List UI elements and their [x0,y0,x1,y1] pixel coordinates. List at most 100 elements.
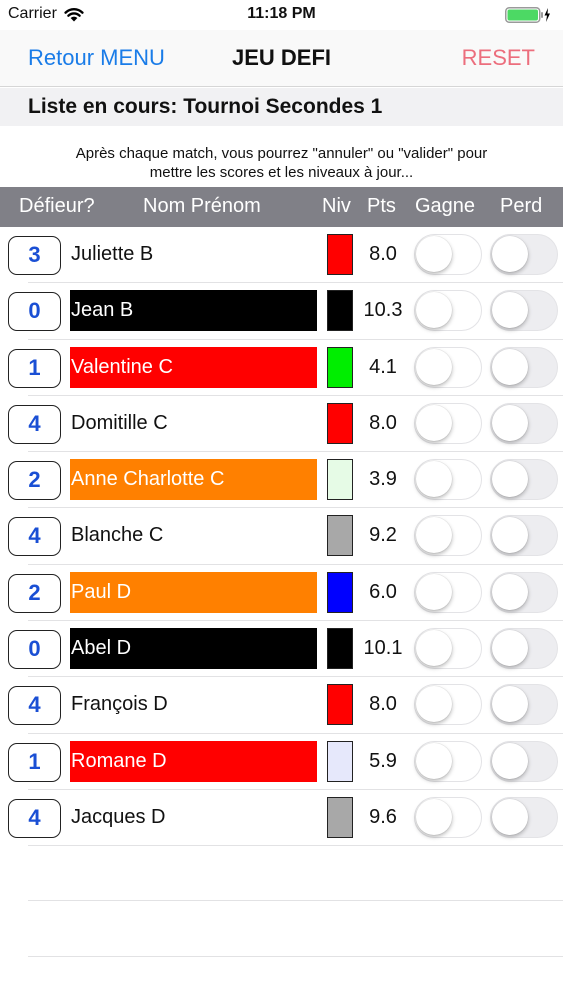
defier-count-button[interactable]: 0 [8,630,61,670]
defier-count-button[interactable]: 2 [8,461,61,501]
row-divider [28,845,563,847]
lose-toggle[interactable] [490,402,558,444]
player-name: Romane D [70,740,317,782]
lose-toggle[interactable] [490,740,558,782]
header-name: Nom Prénom [143,195,261,217]
toggle-knob [492,686,528,723]
win-toggle[interactable] [414,740,482,782]
lose-toggle[interactable] [490,515,558,557]
table-row: 4 Domitille C 8.0 [0,396,563,453]
player-points: 5.9 [369,749,397,772]
player-points: 6.0 [369,580,397,603]
status-time: 11:18 PM [247,5,316,22]
player-points: 8.0 [369,243,397,265]
player-name: Jean B [70,290,317,332]
player-name: Abel D [70,628,317,670]
win-toggle[interactable] [414,459,482,501]
instructions-line-2: mettre les scores et les niveaux à jour.… [149,164,414,181]
back-to-menu-button[interactable]: Retour MENU [28,45,165,71]
win-toggle[interactable] [414,346,482,388]
toggle-knob [492,573,528,610]
toggle-knob [416,292,452,329]
level-color-box [327,515,353,557]
header-defier: Défieur? [19,195,95,217]
toggle-knob [492,236,528,272]
header-win: Gagne [415,195,476,217]
win-toggle[interactable] [414,515,482,557]
player-name: François D [70,684,317,726]
table-row: 4 Blanche C 9.2 [0,508,563,565]
table-row: 4 Jacques D 9.6 [0,790,563,847]
defier-count-button[interactable]: 4 [8,517,61,557]
lose-toggle[interactable] [490,459,558,501]
header-lose: Perd [500,195,543,217]
level-color-box [327,459,353,501]
lose-toggle[interactable] [490,290,558,332]
defier-count-button[interactable]: 2 [8,573,61,613]
players-table: 3 Juliette B 8.0 0 Jean B 10.3 1 Valenti… [0,227,563,847]
player-points: 3.9 [369,468,397,491]
toggle-knob [492,404,528,441]
defier-count-button[interactable]: 0 [8,292,61,332]
table-header: Défieur? Nom Prénom Niv Pts Gagne Perd [0,187,563,227]
defier-count-button[interactable]: 1 [8,742,61,782]
win-toggle[interactable] [414,684,482,726]
defier-count-button[interactable]: 4 [8,798,61,838]
level-color-box [327,402,353,444]
lose-toggle[interactable] [490,346,558,388]
level-color-box [327,740,353,782]
empty-row-divider [28,956,563,957]
lose-toggle[interactable] [490,234,558,275]
player-name: Anne Charlotte C [70,459,317,501]
player-points: 10.1 [363,637,403,660]
current-list-title: Liste en cours: Tournoi Secondes 1 [0,88,563,126]
lose-toggle[interactable] [490,571,558,613]
instructions-text: Après chaque match, vous pourrez "annule… [20,144,543,182]
win-toggle[interactable] [414,234,482,275]
toggle-knob [416,517,452,554]
toggle-knob [416,742,452,779]
player-name: Valentine C [70,346,317,388]
toggle-knob [492,461,528,498]
defier-count-button[interactable]: 1 [8,348,61,388]
defier-count-button[interactable]: 3 [8,236,61,275]
toggle-knob [416,630,452,667]
level-color-box [327,290,353,332]
toggle-knob [416,236,452,272]
player-name: Domitille C [70,402,317,444]
player-points: 8.0 [369,411,397,434]
table-row: 0 Jean B 10.3 [0,283,563,340]
defier-count-button[interactable]: 4 [8,404,61,444]
player-name: Paul D [70,571,317,613]
toggle-knob [492,292,528,329]
win-toggle[interactable] [414,796,482,838]
level-color-box [327,571,353,613]
win-toggle[interactable] [414,628,482,670]
player-points: 8.0 [369,693,397,716]
level-color-box [327,346,353,388]
table-row: 1 Romane D 5.9 [0,734,563,790]
player-name: Jacques D [70,796,317,838]
level-color-box [327,234,353,275]
player-points: 9.2 [369,524,397,547]
level-color-box [327,796,353,838]
win-toggle[interactable] [414,402,482,444]
win-toggle[interactable] [414,290,482,332]
toggle-knob [416,461,452,498]
toggle-knob [416,686,452,723]
level-color-box [327,628,353,670]
table-row: 2 Paul D 6.0 [0,565,563,622]
toggle-knob [416,573,452,610]
toggle-knob [492,517,528,554]
player-points: 4.1 [369,355,397,378]
lose-toggle[interactable] [490,796,558,838]
header-points: Pts [367,195,396,217]
lose-toggle[interactable] [490,684,558,726]
lose-toggle[interactable] [490,628,558,670]
defier-count-button[interactable]: 4 [8,686,61,726]
player-name: Juliette B [70,234,317,275]
reset-button[interactable]: RESET [462,45,535,71]
win-toggle[interactable] [414,571,482,613]
table-row: 1 Valentine C 4.1 [0,340,563,396]
toggle-knob [492,742,528,779]
